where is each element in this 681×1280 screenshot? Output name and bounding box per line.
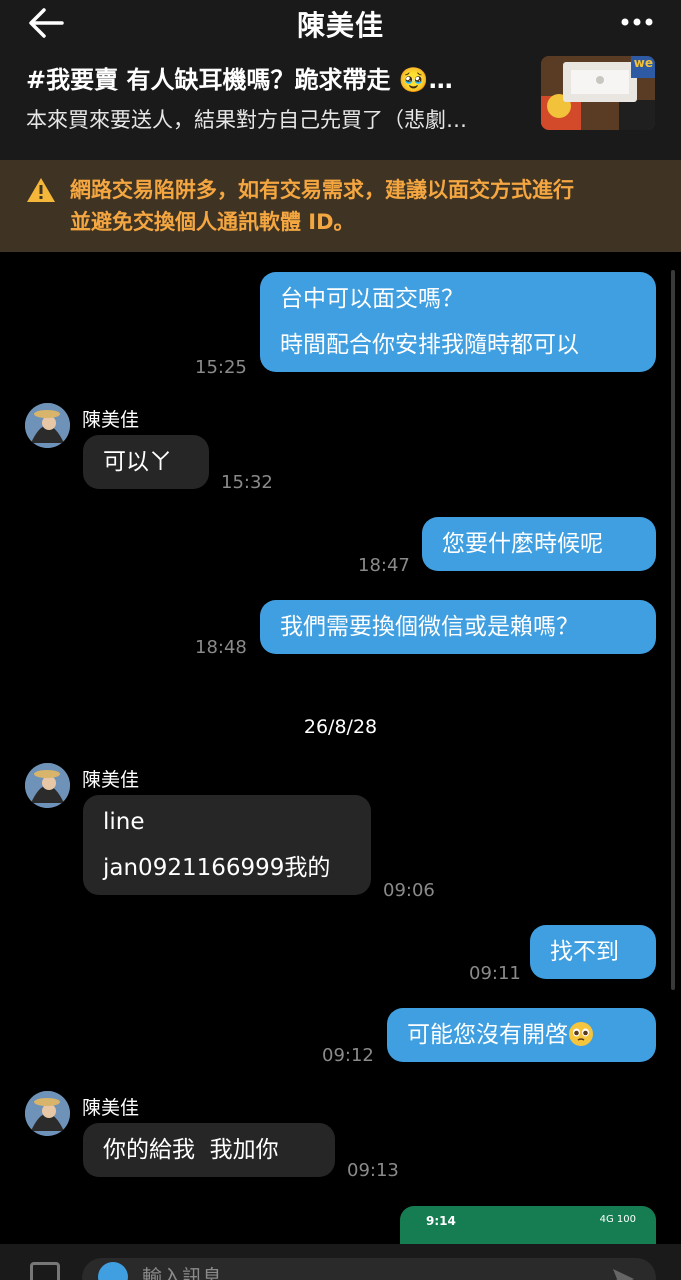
preview-status-time: 9:14 xyxy=(426,1214,456,1228)
message-input[interactable] xyxy=(142,1264,602,1280)
message-text: line xyxy=(103,809,145,835)
message-bubble-outgoing[interactable]: 我們需要換個微信或是賴嗎？ xyxy=(260,600,656,654)
listing-thumbnail[interactable]: we xyxy=(541,56,655,130)
message-time: 15:25 xyxy=(195,357,247,378)
message-text: 我們需要換個微信或是賴嗎？ xyxy=(280,614,579,640)
message-text: 您要什麼時候呢 xyxy=(442,531,603,557)
contact-name: 陳美佳 xyxy=(296,9,384,42)
message-time: 09:11 xyxy=(469,963,521,984)
message-text: jan0921166999我的 xyxy=(103,855,331,881)
message-text: 可以ㄚ xyxy=(103,449,172,475)
message-time: 09:12 xyxy=(322,1045,374,1066)
safety-warning-banner: 網路交易陷阱多，如有交易需求，建議以面交方式進行 並避免交換個人通訊軟體 ID。 xyxy=(0,160,681,252)
warning-text-line1: 網路交易陷阱多，如有交易需求，建議以面交方式進行 xyxy=(70,178,574,202)
message-time: 15:32 xyxy=(221,472,273,493)
pleading-face-emoji-icon xyxy=(569,1022,593,1046)
chat-header: 陳美佳 #我要賣 有人缺耳機嗎？跪求帶走 🥹… 本來買來要送人，結果對方自己先買… xyxy=(0,0,681,160)
add-attachment-icon[interactable] xyxy=(30,1262,60,1280)
avatar[interactable] xyxy=(25,403,70,448)
warning-icon xyxy=(27,178,55,202)
message-text: 時間配合你安排我隨時都可以 xyxy=(280,332,579,358)
message-bubble-incoming[interactable]: 你的給我 我加你 xyxy=(83,1123,335,1177)
listing-title[interactable]: #我要賣 有人缺耳機嗎？跪求帶走 🥹… xyxy=(26,60,506,95)
sender-name: 陳美佳 xyxy=(82,769,140,791)
listing-subtitle[interactable]: 本來買來要送人，結果對方自己先買了（悲劇… xyxy=(26,104,530,134)
avatar[interactable] xyxy=(25,1091,70,1136)
preview-status-indicators: 4G 100 xyxy=(599,1214,636,1225)
message-time: 18:48 xyxy=(195,637,247,658)
thumbnail-text: we xyxy=(633,56,653,70)
message-time: 09:13 xyxy=(347,1160,399,1181)
message-bubble-outgoing[interactable]: 找不到 xyxy=(530,925,656,979)
message-time: 18:47 xyxy=(358,555,410,576)
message-bubble-outgoing[interactable]: 可能您沒有開啓 xyxy=(387,1008,656,1062)
message-text: 你的給我 我加你 xyxy=(103,1137,279,1163)
sender-name: 陳美佳 xyxy=(82,1097,140,1119)
message-time: 09:06 xyxy=(383,880,435,901)
message-bubble-outgoing[interactable]: 您要什麼時候呢 xyxy=(422,517,656,571)
sender-name: 陳美佳 xyxy=(82,409,140,431)
message-text: 可能您沒有開啓 xyxy=(407,1022,568,1048)
date-separator: 26/8/28 xyxy=(303,716,378,738)
attach-icon[interactable] xyxy=(98,1262,128,1280)
scrollbar[interactable] xyxy=(671,270,675,990)
message-bubble-outgoing[interactable]: 台中可以面交嗎？ 時間配合你安排我隨時都可以 xyxy=(260,272,656,372)
send-icon[interactable] xyxy=(610,1266,636,1280)
warning-text-line2: 並避免交換個人通訊軟體 ID。 xyxy=(70,210,355,234)
message-bubble-incoming[interactable]: line jan0921166999我的 xyxy=(83,795,371,895)
message-composer[interactable] xyxy=(82,1258,656,1280)
message-text: 台中可以面交嗎？ xyxy=(280,286,464,312)
message-bubble-incoming[interactable]: 可以ㄚ xyxy=(83,435,209,489)
more-options-icon[interactable] xyxy=(619,8,655,36)
composer-bar xyxy=(0,1244,681,1280)
message-text: 找不到 xyxy=(550,939,619,965)
avatar[interactable] xyxy=(25,763,70,808)
